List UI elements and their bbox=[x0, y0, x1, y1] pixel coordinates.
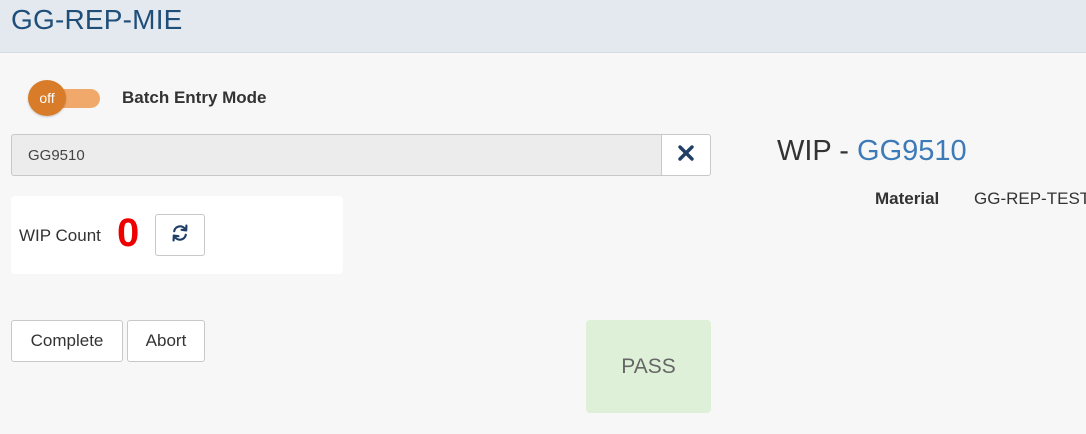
refresh-button[interactable] bbox=[155, 214, 205, 256]
material-value: GG-REP-TEST bbox=[974, 189, 1086, 208]
wip-count-card: WIP Count 0 bbox=[11, 196, 343, 274]
toggle-knob: off bbox=[28, 80, 66, 116]
pass-label: PASS bbox=[621, 354, 676, 378]
wip-heading: WIP - GG9510 bbox=[777, 132, 967, 170]
clear-button[interactable] bbox=[661, 134, 711, 176]
page-title: GG-REP-MIE bbox=[11, 4, 183, 35]
refresh-icon bbox=[170, 223, 190, 248]
close-icon bbox=[677, 144, 695, 167]
abort-button[interactable]: Abort bbox=[127, 320, 205, 362]
wip-count-label: WIP Count bbox=[19, 226, 101, 245]
page-header: GG-REP-MIE bbox=[0, 0, 1086, 53]
wip-id-link[interactable]: GG9510 bbox=[857, 135, 967, 167]
wip-count-value: 0 bbox=[117, 211, 140, 255]
complete-button[interactable]: Complete bbox=[11, 320, 123, 362]
batch-entry-label: Batch Entry Mode bbox=[122, 88, 267, 107]
wip-input-group bbox=[11, 134, 711, 176]
batch-entry-toggle[interactable]: off bbox=[28, 80, 102, 116]
wip-heading-prefix: WIP - bbox=[777, 135, 858, 167]
pass-status-box: PASS bbox=[586, 320, 711, 413]
wip-search-input[interactable] bbox=[11, 134, 662, 176]
material-label: Material bbox=[875, 189, 940, 208]
